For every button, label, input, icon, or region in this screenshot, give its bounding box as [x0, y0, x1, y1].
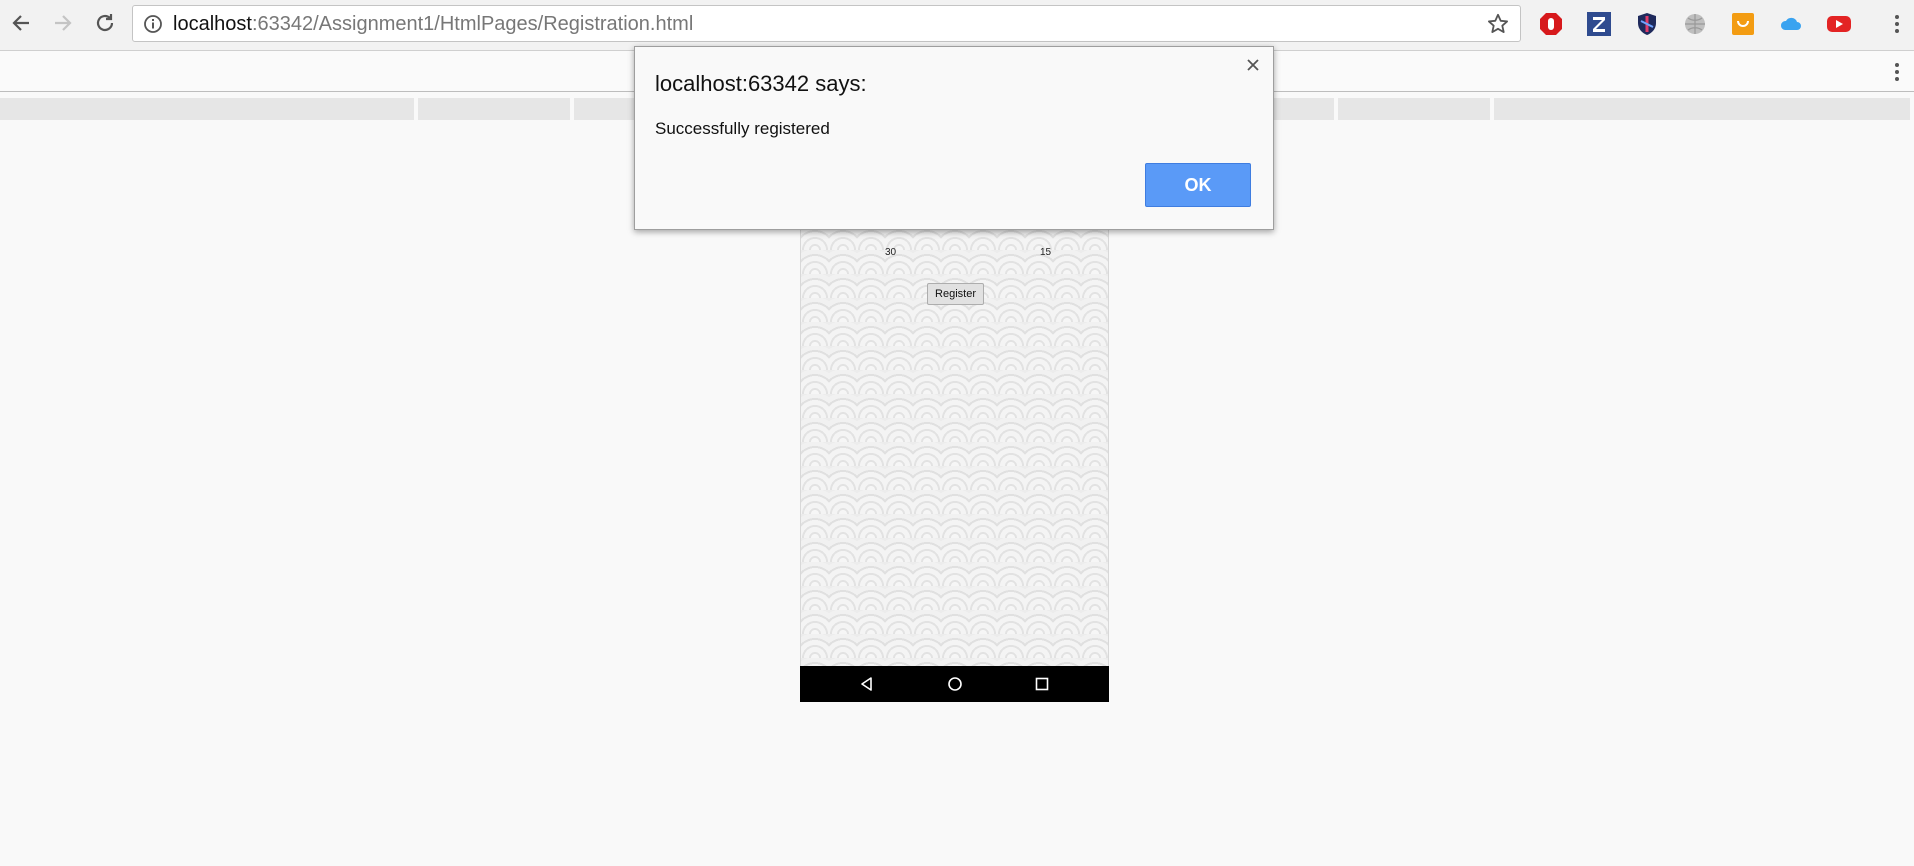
media-query-segment[interactable] — [1494, 98, 1910, 120]
android-back-icon[interactable] — [857, 674, 877, 694]
back-icon[interactable] — [6, 8, 36, 38]
forward-icon[interactable] — [48, 8, 78, 38]
android-home-icon[interactable] — [945, 674, 965, 694]
address-bar[interactable]: localhost:63342/Assignment1/HtmlPages/Re… — [132, 5, 1521, 42]
dialog-title: localhost:63342 says: — [655, 71, 867, 96]
ok-button[interactable]: OK — [1145, 163, 1251, 207]
android-nav-bar — [800, 666, 1109, 702]
close-icon[interactable] — [1245, 57, 1261, 73]
cloud-icon[interactable] — [1778, 11, 1804, 37]
zotero-icon[interactable] — [1586, 11, 1612, 37]
android-recents-icon[interactable] — [1032, 674, 1052, 694]
media-query-segment[interactable] — [1274, 98, 1334, 120]
stop-icon[interactable] — [1538, 11, 1564, 37]
media-query-segment[interactable] — [1338, 98, 1490, 120]
alert-dialog: localhost:63342 says: Successfully regis… — [634, 46, 1274, 230]
browser-menu-icon[interactable] — [1894, 15, 1900, 33]
info-icon[interactable] — [143, 14, 163, 34]
media-query-segment[interactable] — [0, 98, 414, 120]
value-left: 30 — [885, 247, 897, 258]
value-right: 15 — [1040, 247, 1052, 258]
reload-icon[interactable] — [90, 8, 120, 38]
media-query-segment[interactable] — [574, 98, 634, 120]
register-button[interactable]: Register — [927, 283, 984, 305]
device-toolbar-menu-icon[interactable] — [1894, 63, 1900, 81]
phone-screen: 30 15 Register — [800, 226, 1109, 666]
globe-icon[interactable] — [1682, 11, 1708, 37]
device-viewport: 30 15 Register — [800, 226, 1109, 702]
youtube-icon[interactable] — [1826, 11, 1852, 37]
browser-toolbar: localhost:63342/Assignment1/HtmlPages/Re… — [0, 0, 1914, 51]
shield-icon[interactable] — [1634, 11, 1660, 37]
cart-icon[interactable] — [1730, 11, 1756, 37]
dialog-message: Successfully registered — [655, 119, 830, 138]
media-query-segment[interactable] — [418, 98, 570, 120]
bookmark-star-icon[interactable] — [1486, 12, 1510, 36]
url-text: localhost:63342/Assignment1/HtmlPages/Re… — [173, 13, 694, 35]
